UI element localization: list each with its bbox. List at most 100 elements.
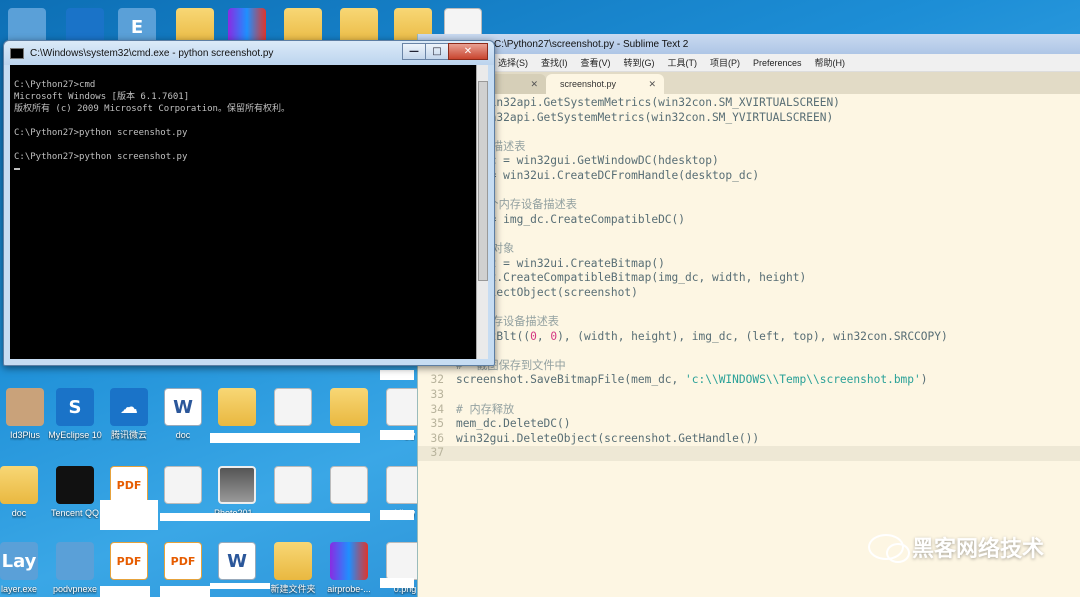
pdf-icon: PDF	[164, 542, 202, 580]
code-line: 34 # 内存释放	[418, 403, 1080, 418]
sublime-window[interactable]: C:\Python27\screenshot.py - Sublime Text…	[417, 34, 1080, 597]
line-number: 36	[430, 431, 444, 445]
code-text: shot.CreateCompatibleBitmap(img_dc, widt…	[456, 271, 807, 285]
redaction-block	[210, 433, 360, 443]
pdf-icon: PDF	[110, 466, 148, 504]
file-icon	[274, 466, 312, 504]
rar-icon	[330, 542, 368, 580]
cmd-window[interactable]: C:\Windows\system32\cmd.exe - python scr…	[3, 40, 495, 366]
code-line: 36 win32gui.DeleteObject(screenshot.GetHa…	[418, 432, 1080, 447]
window-controls: — □ ✕	[402, 43, 488, 60]
menu-item[interactable]: 选择(S)	[498, 56, 528, 69]
round-icon	[56, 542, 94, 580]
desktop-icon-label: podvpnexe	[52, 584, 98, 594]
close-button[interactable]: ✕	[448, 43, 488, 60]
desktop-icon-label: Id3Plus	[9, 430, 41, 440]
word-icon: W	[218, 542, 256, 580]
desktop-icon-label: doc	[11, 508, 27, 518]
sublime-menubar: 选择(S) 查找(I) 查看(V) 转到(G) 工具(T) 项目(P) Preference…	[418, 54, 1080, 72]
desktop-icon-label: 新建文件夹	[270, 584, 316, 594]
maximize-button[interactable]: □	[425, 43, 449, 60]
code-line: 设备描述表	[418, 140, 1080, 155]
sublime-title: C:\Python27\screenshot.py - Sublime Text…	[494, 38, 689, 50]
menu-item[interactable]: 项目(P)	[710, 56, 740, 69]
folder-icon	[274, 542, 312, 580]
pdf-icon: PDF	[110, 542, 148, 580]
menu-item[interactable]: Preferences	[753, 58, 802, 68]
blue-icon: ☁	[110, 388, 148, 426]
code-line: 33	[418, 388, 1080, 403]
menu-item[interactable]: 转到(G)	[624, 56, 655, 69]
code-editor[interactable]: win32api.GetSystemMetrics(win32con.SM_XV…	[418, 94, 1080, 597]
console-line: C:\Python27>python screenshot.py	[14, 152, 188, 162]
word-icon: W	[164, 388, 202, 426]
code-text: win32gui.DeleteObject(screenshot.GetHand…	[456, 431, 760, 445]
console-line: 版权所有 (c) 2009 Microsoft Corporation。保留所有…	[14, 104, 290, 114]
cmd-title: C:\Windows\system32\cmd.exe - python scr…	[30, 47, 274, 59]
cmd-icon	[10, 47, 24, 59]
tab-close-icon[interactable]: ✕	[648, 79, 656, 90]
sublime-titlebar[interactable]: C:\Python27\screenshot.py - Sublime Text…	[418, 34, 1080, 54]
photo-icon	[218, 466, 256, 504]
wechat-logo-icon	[867, 534, 910, 563]
blue-icon: S	[56, 388, 94, 426]
console-line	[14, 163, 472, 175]
code-line: shot.CreateCompatibleBitmap(img_dc, widt…	[418, 271, 1080, 286]
code-text: p_dc = win32gui.GetWindowDC(hdesktop)	[456, 154, 719, 168]
desktop-icon-label: doc	[175, 430, 191, 440]
line-number: 37	[430, 446, 444, 460]
code-line: shot = win32ui.CreateBitmap()	[418, 257, 1080, 272]
text-cursor	[14, 167, 20, 170]
console-line: Microsoft Windows [版本 6.1.7601]	[14, 92, 190, 102]
tab-screenshot-py[interactable]: screenshot.py ✕	[546, 74, 664, 94]
menu-item[interactable]: 工具(T)	[668, 56, 698, 69]
redaction-block	[380, 430, 414, 440]
code-line: win32api.GetSystemMetrics(win32con.SM_YV…	[418, 111, 1080, 126]
redaction-block	[380, 510, 414, 520]
desktop-icon-label: 腾讯微云	[110, 430, 147, 440]
code-text: win32api.GetSystemMetrics(win32con.SM_XV…	[456, 96, 840, 109]
menu-item[interactable]: 帮助(H)	[815, 56, 846, 69]
console-output[interactable]: C:\Python27>cmd Microsoft Windows [版本 6.1…	[10, 65, 476, 359]
code-line: 32 screenshot.SaveBitmapFile(mem_dc, 'c:\…	[418, 373, 1080, 388]
code-line: 37	[418, 446, 1080, 461]
scrollbar-thumb[interactable]	[478, 81, 488, 281]
code-line: p_dc = win32gui.GetWindowDC(hdesktop)	[418, 154, 1080, 169]
redaction-block	[100, 586, 150, 597]
redaction-block	[210, 583, 270, 589]
minimize-button[interactable]: —	[402, 43, 426, 60]
qq-icon	[56, 466, 94, 504]
code-line: 至内存设备描述表	[418, 315, 1080, 330]
line-number: 35	[430, 417, 444, 431]
code-line: .BitBlt((0, 0), (width, height), img_dc,…	[418, 330, 1080, 345]
code-line: 一个内存设备描述表	[418, 198, 1080, 213]
menu-item[interactable]: 查看(V)	[581, 56, 611, 69]
menu-item[interactable]: 查找(I)	[541, 56, 568, 69]
line-number: 33	[430, 388, 444, 401]
tab-close-icon[interactable]: ✕	[530, 79, 538, 90]
watermark-text: 黑客网络技术	[911, 537, 1044, 562]
code-line: 35 mem_dc.DeleteDC()	[418, 417, 1080, 432]
code-text: = win32ui.CreateDCFromHandle(desktop_dc)	[456, 169, 760, 182]
line-number: 32	[430, 373, 444, 387]
code-text: screenshot.SaveBitmapFile(mem_dc, 'c:\\W…	[456, 373, 928, 387]
code-text: .BitBlt((0, 0), (width, height), img_dc,…	[469, 329, 948, 343]
code-text: mem_dc.DeleteDC()	[456, 417, 571, 431]
console-line: C:\Python27>cmd	[14, 80, 96, 90]
folder-icon	[0, 466, 38, 504]
file-icon	[330, 466, 368, 504]
tab-label: screenshot.py	[560, 79, 617, 89]
code-line: win32api.GetSystemMetrics(win32con.SM_XV…	[418, 96, 1080, 111]
cmd-scrollbar[interactable]	[476, 65, 488, 359]
code-line: = win32ui.CreateDCFromHandle(desktop_dc)	[418, 169, 1080, 184]
desktop-icon-label: layer.exe	[0, 584, 38, 594]
code-text: # 内存释放	[456, 402, 515, 416]
line-number: 34	[430, 402, 444, 416]
redaction-block	[100, 500, 158, 530]
desktop-icon-label: airprobe-...	[327, 584, 371, 594]
